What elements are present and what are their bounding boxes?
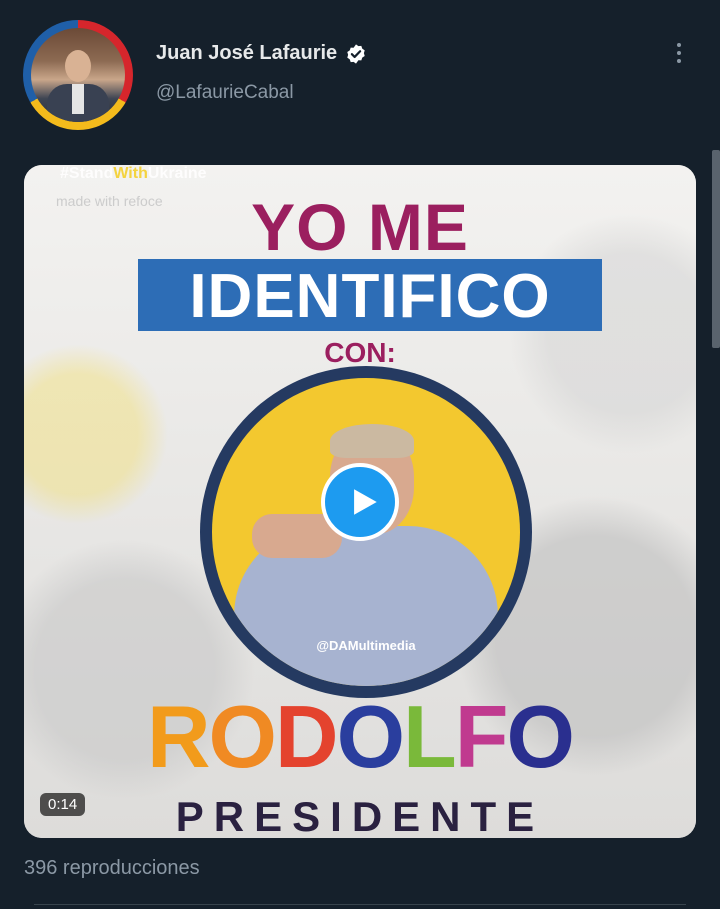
- poster-headline-1: YO ME: [251, 190, 469, 264]
- portrait-hair: [330, 424, 414, 458]
- play-button[interactable]: [321, 463, 399, 541]
- name-letter: L: [403, 687, 457, 786]
- avatar[interactable]: [23, 20, 133, 130]
- name-letter: O: [336, 687, 405, 786]
- photo-credit: @DAMultimedia: [316, 638, 416, 653]
- poster-headline-2: IDENTIFICO: [189, 262, 551, 331]
- name-letter: O: [506, 687, 575, 786]
- poster-headline-3: CON:: [324, 337, 396, 368]
- verified-badge-icon: [347, 43, 365, 64]
- name-letter: R: [146, 687, 211, 786]
- video-duration-badge: 0:14: [40, 793, 86, 816]
- divider: [34, 904, 686, 905]
- avatar-photo: [31, 28, 125, 122]
- more-options-icon[interactable]: [664, 38, 694, 68]
- tweet-header: Juan José Lafaurie @LafaurieCabal: [0, 0, 720, 150]
- author-name-row[interactable]: Juan José Lafaurie: [156, 42, 367, 65]
- play-icon: [354, 489, 377, 515]
- name-letter: O: [208, 687, 277, 786]
- name-letter: F: [454, 687, 509, 786]
- view-count: 396 reproducciones: [24, 857, 200, 879]
- avatar-face: [65, 50, 91, 82]
- candidate-name: RODOLFO: [24, 693, 696, 781]
- candidate-subtitle: PRESIDENTE: [175, 793, 545, 838]
- video-player[interactable]: #StandWithUkraine made with refoce YO ME…: [24, 165, 696, 838]
- author-handle[interactable]: @LafaurieCabal: [156, 82, 294, 104]
- scrollbar[interactable]: [712, 150, 720, 348]
- avatar-shirt: [72, 84, 84, 114]
- name-letter: D: [275, 687, 339, 786]
- author-name[interactable]: Juan José Lafaurie: [156, 42, 337, 65]
- overlay-hashtag: #StandWithUkraine: [60, 165, 207, 182]
